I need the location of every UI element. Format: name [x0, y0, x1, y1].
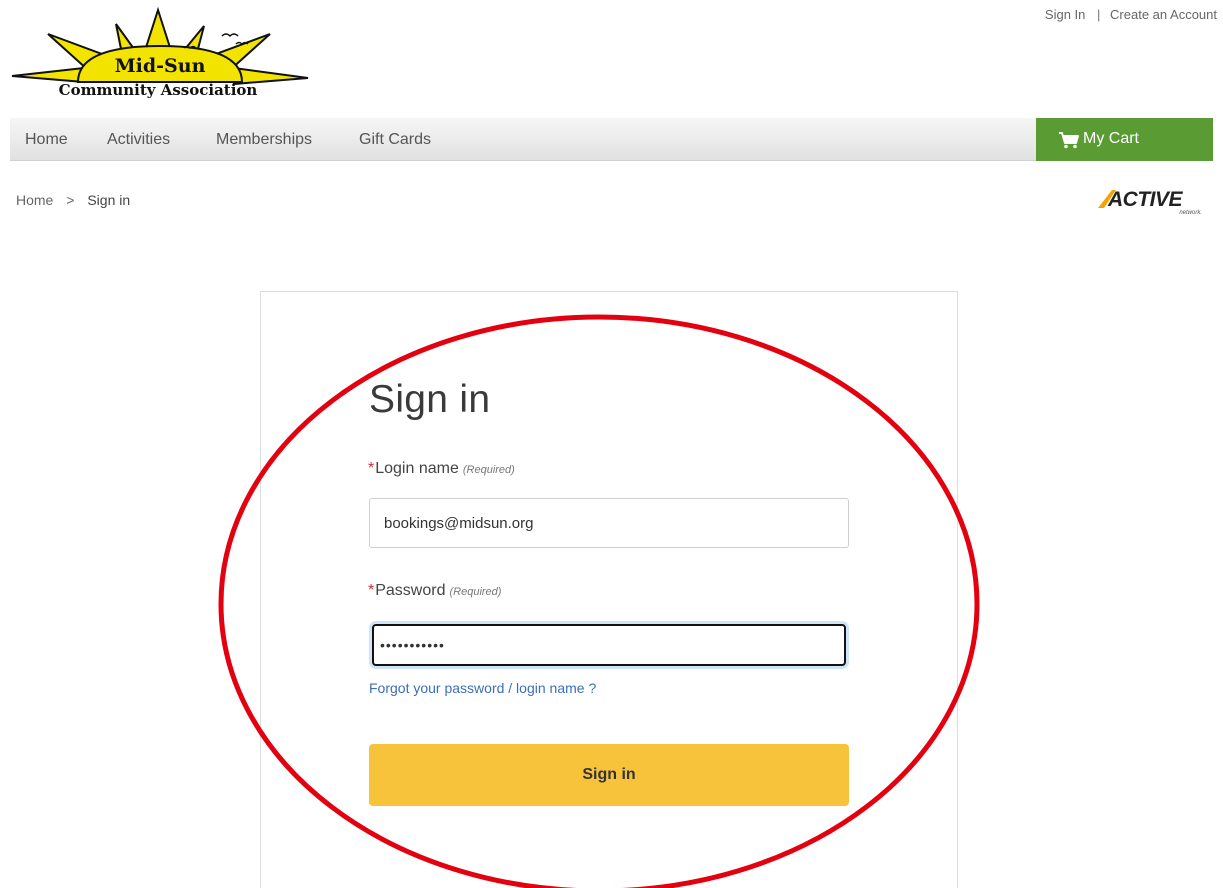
breadcrumb-current: Sign in	[87, 192, 131, 208]
breadcrumb-home[interactable]: Home	[16, 192, 53, 208]
shopping-cart-icon	[1058, 131, 1080, 154]
create-account-link[interactable]: Create an Account	[1110, 7, 1217, 22]
password-field[interactable]	[372, 624, 846, 666]
login-name-field[interactable]	[369, 498, 849, 548]
logo-name-line2: Community Association	[59, 81, 258, 99]
breadcrumb: Home > Sign in	[16, 192, 130, 208]
login-name-required-hint: (Required)	[462, 464, 515, 476]
required-star: *	[368, 460, 375, 477]
password-required-hint: (Required)	[449, 586, 502, 598]
active-network-logo[interactable]: ACTIVE network.	[1094, 186, 1204, 216]
active-brand-tagline: network.	[1179, 210, 1202, 216]
main-nav: Home Activities Memberships Gift Cards M…	[10, 118, 1213, 161]
active-brand-name: ACTIVE	[1107, 188, 1184, 211]
forgot-password-link[interactable]: Forgot your password / login name ?	[369, 680, 596, 696]
account-links: Sign In | Create an Account	[1045, 7, 1217, 22]
required-star: *	[368, 582, 375, 599]
nav-item-home[interactable]: Home	[25, 131, 68, 149]
mid-sun-logo[interactable]: Mid-Sun Community Association	[8, 6, 312, 102]
link-separator: |	[1097, 7, 1101, 22]
my-cart-button[interactable]: My Cart	[1036, 118, 1213, 161]
my-cart-label: My Cart	[1083, 130, 1139, 147]
login-name-label: *Login name (Required)	[368, 460, 515, 478]
page-title: Sign in	[369, 378, 491, 421]
breadcrumb-separator: >	[66, 192, 75, 208]
login-name-label-text: Login name	[375, 460, 459, 477]
password-label: *Password (Required)	[368, 582, 501, 600]
password-label-text: Password	[375, 582, 446, 599]
sign-in-link[interactable]: Sign In	[1045, 7, 1085, 22]
logo-name-line1: Mid-Sun	[115, 55, 206, 77]
sun-logo-graphic: Mid-Sun Community Association	[11, 6, 309, 99]
nav-item-memberships[interactable]: Memberships	[216, 131, 312, 149]
nav-item-gift-cards[interactable]: Gift Cards	[359, 131, 431, 149]
sign-in-button[interactable]: Sign in	[369, 744, 849, 806]
nav-item-activities[interactable]: Activities	[107, 131, 170, 149]
